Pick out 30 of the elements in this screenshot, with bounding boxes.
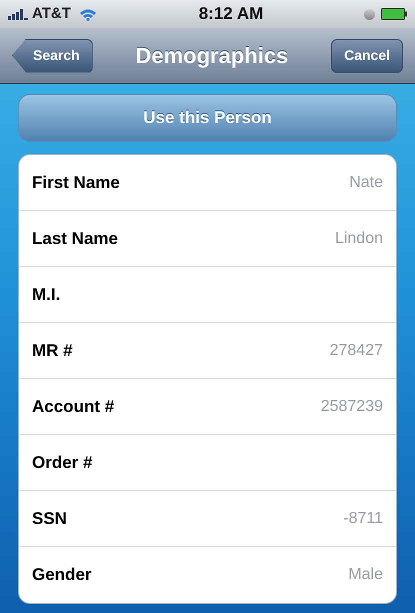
wifi-icon	[78, 8, 97, 20]
field-row[interactable]: Last Name Lindon	[19, 211, 396, 267]
battery-icon	[381, 8, 407, 20]
field-label: M.I.	[32, 284, 60, 306]
field-value: Male	[348, 565, 383, 585]
field-row[interactable]: Gender Male	[19, 547, 396, 603]
field-value: 2587239	[320, 396, 383, 416]
field-row[interactable]: Account # 2587239	[19, 379, 396, 435]
back-button[interactable]: Search	[12, 38, 93, 72]
field-label: Account #	[32, 396, 114, 418]
field-row[interactable]: M.I.	[19, 267, 396, 323]
field-value: -8711	[343, 508, 383, 528]
cancel-button[interactable]: Cancel	[331, 38, 403, 72]
field-label: SSN	[32, 508, 67, 530]
screen-title: Demographics	[134, 42, 290, 70]
field-label: Gender	[32, 564, 92, 586]
field-row[interactable]: MR # 278427	[19, 323, 396, 379]
field-row[interactable]: SSN -8711	[19, 491, 396, 547]
field-row[interactable]: First Name Nate	[19, 155, 396, 211]
signal-icon	[8, 8, 28, 20]
field-value: 278427	[330, 340, 383, 360]
carrier-name: AT&T	[32, 4, 71, 24]
field-label: Order #	[32, 452, 92, 474]
field-row[interactable]: Order #	[19, 435, 396, 491]
field-value: Lindon	[334, 228, 383, 248]
field-label: First Name	[32, 172, 120, 194]
field-label: Last Name	[32, 228, 118, 250]
field-label: MR #	[32, 340, 73, 362]
status-time: 8:12 AM	[198, 3, 264, 26]
field-value: Nate	[349, 172, 383, 192]
